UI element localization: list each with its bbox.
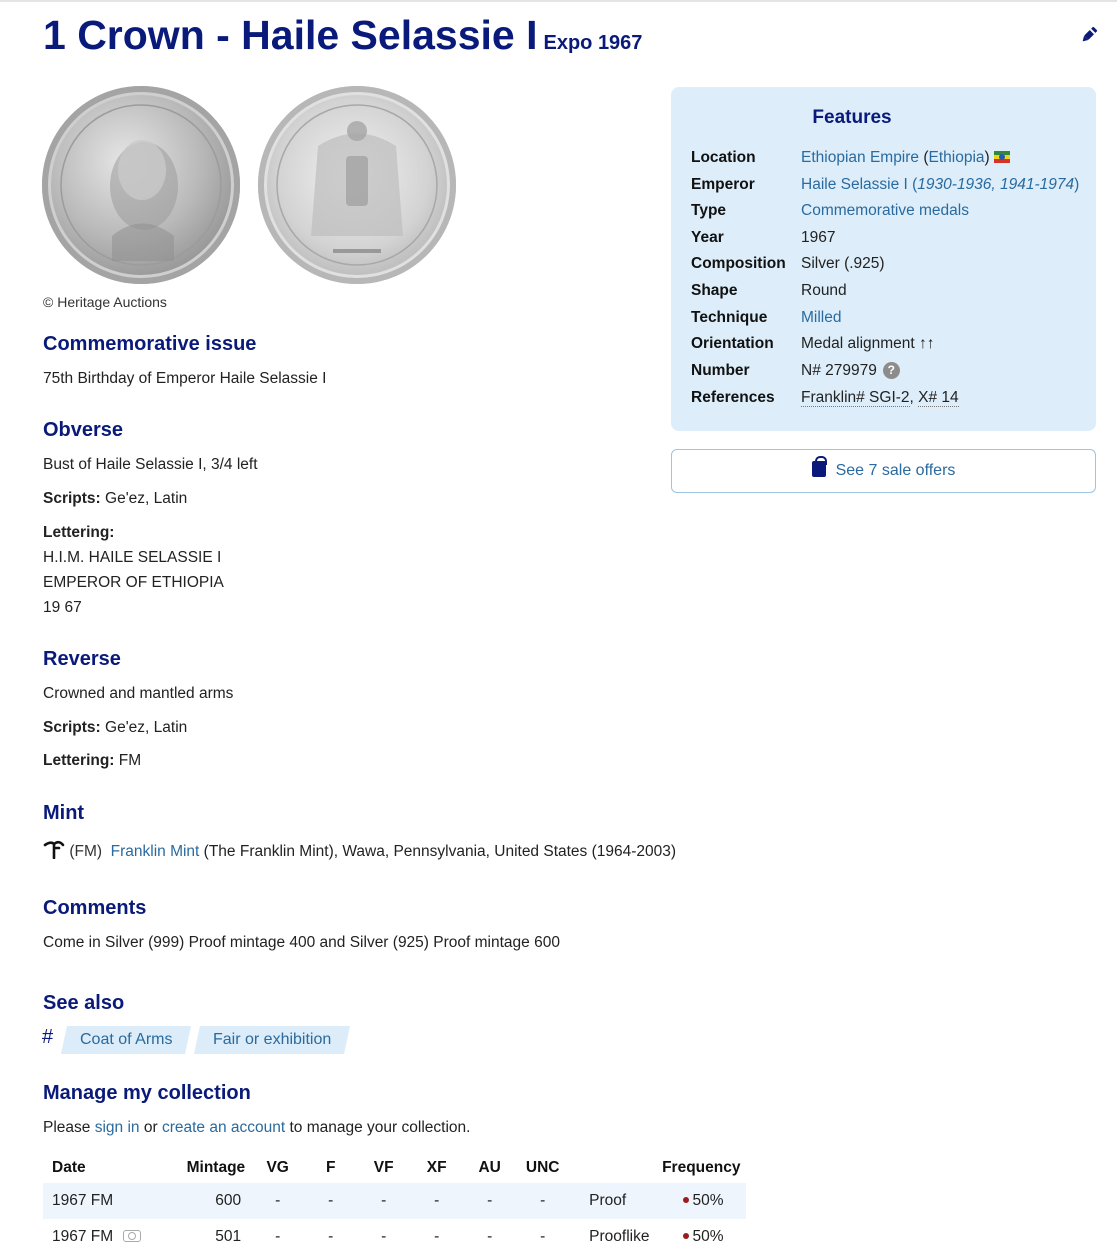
sale-offers-button[interactable]: See 7 sale offers — [671, 449, 1096, 493]
top-border — [0, 0, 1117, 2]
title-text: 1 Crown - Haile Selassie I — [43, 12, 538, 58]
obverse-heading: Obverse — [43, 419, 124, 441]
reverse-scripts: Scripts: Ge'ez, Latin — [43, 719, 187, 737]
obverse-description: Bust of Haile Selassie I, 3/4 left — [43, 456, 258, 473]
features-heading: Features — [812, 107, 892, 128]
commemorative-text: 75th Birthday of Emperor Haile Selassie … — [43, 370, 327, 387]
reverse-lettering-value: FM — [118, 752, 142, 769]
reference-x[interactable]: X# 14 — [918, 389, 959, 407]
mint-row: (FM) Franklin Mint (The Franklin Mint), … — [43, 839, 676, 861]
country-link[interactable]: Ethiopia — [929, 149, 985, 166]
location-link[interactable]: Ethiopian Empire — [801, 149, 919, 166]
frequency-dot — [683, 1197, 690, 1203]
obverse-scripts-label: Scripts: — [43, 490, 101, 507]
col-au: AU — [478, 1159, 501, 1176]
mint-link[interactable]: Franklin Mint — [111, 843, 200, 860]
tag-coat-of-arms[interactable]: Coat of Arms — [61, 1026, 192, 1054]
ethiopia-flag-icon — [993, 151, 1010, 163]
hash-icon: # — [42, 1026, 54, 1048]
collection-text: Please sign in or create an account to m… — [43, 1119, 471, 1136]
commemorative-heading: Commemorative issue — [43, 333, 257, 355]
col-quality — [569, 1153, 649, 1183]
emperor-link[interactable]: Haile Selassie I (1930-1936, 1941-1974) — [801, 176, 1079, 193]
create-account-link[interactable]: create an account — [162, 1119, 285, 1136]
reverse-scripts-value: Ge'ez, Latin — [105, 719, 188, 736]
reverse-description: Crowned and mantled arms — [43, 685, 234, 702]
reverse-arms-icon — [276, 104, 438, 266]
comments-text: Come in Silver (999) Proof mintage 400 a… — [43, 934, 560, 951]
collection-heading: Manage my collection — [43, 1082, 251, 1104]
mint-mark: (FM) — [69, 843, 103, 860]
camera-icon[interactable] — [123, 1230, 142, 1242]
reference-franklin[interactable]: Franklin# SGI-2 — [801, 389, 910, 407]
mint-mark-icon — [43, 840, 65, 860]
col-unc: UNC — [525, 1159, 560, 1176]
obverse-scripts: Scripts: Ge'ez, Latin — [43, 490, 187, 508]
obverse-lettering-line: 19 67 — [43, 599, 82, 616]
frequency-dot — [683, 1233, 690, 1239]
reverse-scripts-label: Scripts: — [43, 719, 101, 736]
mint-details: (The Franklin Mint), Wawa, Pennsylvania,… — [203, 843, 677, 860]
reverse-heading: Reverse — [43, 648, 121, 670]
obverse-scripts-value: Ge'ez, Latin — [105, 490, 188, 507]
title-subtitle: Expo 1967 — [543, 32, 643, 54]
sign-in-link[interactable]: sign in — [95, 1119, 140, 1136]
col-frequency: Frequency — [662, 1159, 741, 1176]
col-vf: VF — [373, 1159, 394, 1176]
col-vg: VG — [266, 1159, 289, 1176]
edit-pencil-icon[interactable] — [1078, 24, 1100, 46]
sale-offers-label: See 7 sale offers — [835, 462, 956, 479]
table-row[interactable]: 1967 FM 600 - - - - - - Proof 50% — [43, 1183, 747, 1219]
obverse-portrait-icon — [60, 104, 222, 266]
technique-link[interactable]: Milled — [801, 309, 841, 326]
col-mintage: Mintage — [186, 1159, 246, 1176]
features-panel: Features Location Ethiopian Empire (Ethi… — [671, 87, 1096, 431]
image-credit: © Heritage Auctions — [43, 294, 167, 310]
col-xf: XF — [426, 1159, 447, 1176]
reverse-lettering-label: Lettering: — [43, 752, 115, 769]
col-date: Date — [52, 1159, 86, 1176]
obverse-lettering-label: Lettering: — [43, 524, 115, 541]
reverse-lettering: Lettering: FM — [43, 752, 141, 770]
shopping-bag-icon — [811, 456, 827, 477]
comments-heading: Comments — [43, 897, 147, 919]
page-title: 1 Crown - Haile Selassie I Expo 1967 — [43, 12, 642, 59]
issues-table: Date Mintage VG F VF XF AU UNC Frequency… — [43, 1153, 747, 1255]
help-icon[interactable]: ? — [882, 362, 900, 379]
obverse-coin-image[interactable] — [42, 86, 240, 284]
table-row[interactable]: 1967 FM 501 - - - - - - Prooflike 50% — [43, 1219, 746, 1255]
type-link[interactable]: Commemorative medals — [801, 202, 969, 219]
col-f: F — [325, 1159, 336, 1176]
obverse-lettering-line: H.I.M. HAILE SELASSIE I — [43, 549, 222, 566]
see-also-heading: See also — [43, 992, 125, 1014]
obverse-lettering-line: EMPEROR OF ETHIOPIA — [43, 574, 224, 591]
reverse-coin-image[interactable] — [258, 86, 456, 284]
tag-fair-or-exhibition[interactable]: Fair or exhibition — [194, 1026, 351, 1054]
mint-heading: Mint — [43, 802, 85, 824]
